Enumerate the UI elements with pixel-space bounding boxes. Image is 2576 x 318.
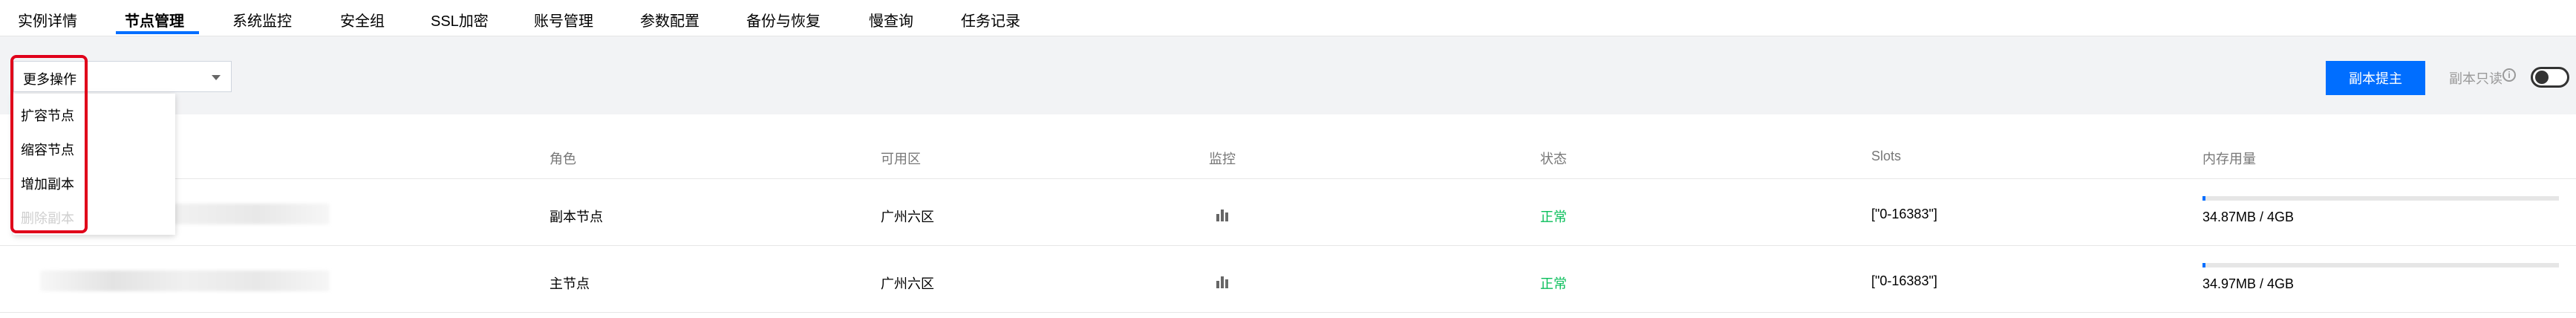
tab-account-management[interactable]: 账号管理 xyxy=(534,9,593,30)
node-id-redacted xyxy=(40,270,330,291)
column-header-zone: 可用区 xyxy=(881,152,921,166)
column-header-slots: Slots xyxy=(1871,149,1902,163)
memory-usage-fill xyxy=(2202,196,2206,201)
tab-node-management[interactable]: 节点管理 xyxy=(125,9,184,30)
tab-security-group[interactable]: 安全组 xyxy=(340,9,385,30)
memory-usage-bar xyxy=(2202,196,2559,201)
column-header-status: 状态 xyxy=(1540,152,1567,166)
tab-ssl-encryption[interactable]: SSL加密 xyxy=(431,9,489,30)
row-memory: 34.87MB / 4GB xyxy=(2202,210,2295,224)
row-zone: 广州六区 xyxy=(881,210,934,224)
status-badge: 正常 xyxy=(1540,276,1567,291)
menu-item-delete-replica: 删除副本 xyxy=(21,211,74,226)
row-zone: 广州六区 xyxy=(881,276,934,291)
column-header-memory: 内存用量 xyxy=(2202,152,2256,166)
tab-system-monitoring[interactable]: 系统监控 xyxy=(232,9,292,30)
row-role: 主节点 xyxy=(550,276,590,291)
replica-readonly-label: 副本只读 xyxy=(2449,71,2502,86)
tab-parameter-config[interactable]: 参数配置 xyxy=(640,9,700,30)
promote-replica-button[interactable]: 副本提主 xyxy=(2326,61,2425,95)
status-badge: 正常 xyxy=(1540,210,1567,224)
active-tab-indicator xyxy=(116,31,199,34)
tab-task-records[interactable]: 任务记录 xyxy=(961,9,1020,30)
tab-backup-restore[interactable]: 备份与恢复 xyxy=(746,9,821,30)
chevron-down-icon xyxy=(212,75,221,80)
header-divider xyxy=(0,178,2576,179)
menu-item-scale-out-node[interactable]: 扩容节点 xyxy=(21,106,74,125)
tab-slow-query[interactable]: 慢查询 xyxy=(869,9,913,30)
info-icon[interactable]: i xyxy=(2502,68,2516,82)
bar-chart-icon[interactable] xyxy=(1215,273,1230,288)
row-role: 副本节点 xyxy=(550,210,603,224)
toolbar xyxy=(0,36,2576,114)
row-memory: 34.97MB / 4GB xyxy=(2202,276,2295,291)
more-actions-menu: 扩容节点 缩容节点 增加副本 删除副本 xyxy=(13,94,175,235)
tab-instance-details[interactable]: 实例详情 xyxy=(18,9,77,30)
row-slots: ["0-16383"] xyxy=(1871,207,1937,221)
column-header-monitor: 监控 xyxy=(1209,152,1236,166)
row-divider xyxy=(0,312,2576,313)
replica-readonly-toggle[interactable] xyxy=(2531,67,2569,88)
row-divider xyxy=(0,245,2576,246)
menu-item-add-replica[interactable]: 增加副本 xyxy=(21,174,74,193)
more-actions-select[interactable]: 更多操作 xyxy=(13,61,232,92)
menu-item-scale-in-node[interactable]: 缩容节点 xyxy=(21,140,74,159)
more-actions-label: 更多操作 xyxy=(23,72,76,87)
column-header-role: 角色 xyxy=(550,152,576,166)
memory-usage-bar xyxy=(2202,263,2559,267)
tab-bar: 实例详情 节点管理 系统监控 安全组 SSL加密 账号管理 参数配置 备份与恢复… xyxy=(0,0,2576,36)
node-table: 角色 可用区 监控 状态 Slots 内存用量 副本节点 广州六区 正常 ["0… xyxy=(0,114,2576,318)
memory-usage-fill xyxy=(2202,263,2206,267)
bar-chart-icon[interactable] xyxy=(1215,207,1230,221)
toggle-knob xyxy=(2535,71,2549,84)
row-slots: ["0-16383"] xyxy=(1871,273,1937,288)
